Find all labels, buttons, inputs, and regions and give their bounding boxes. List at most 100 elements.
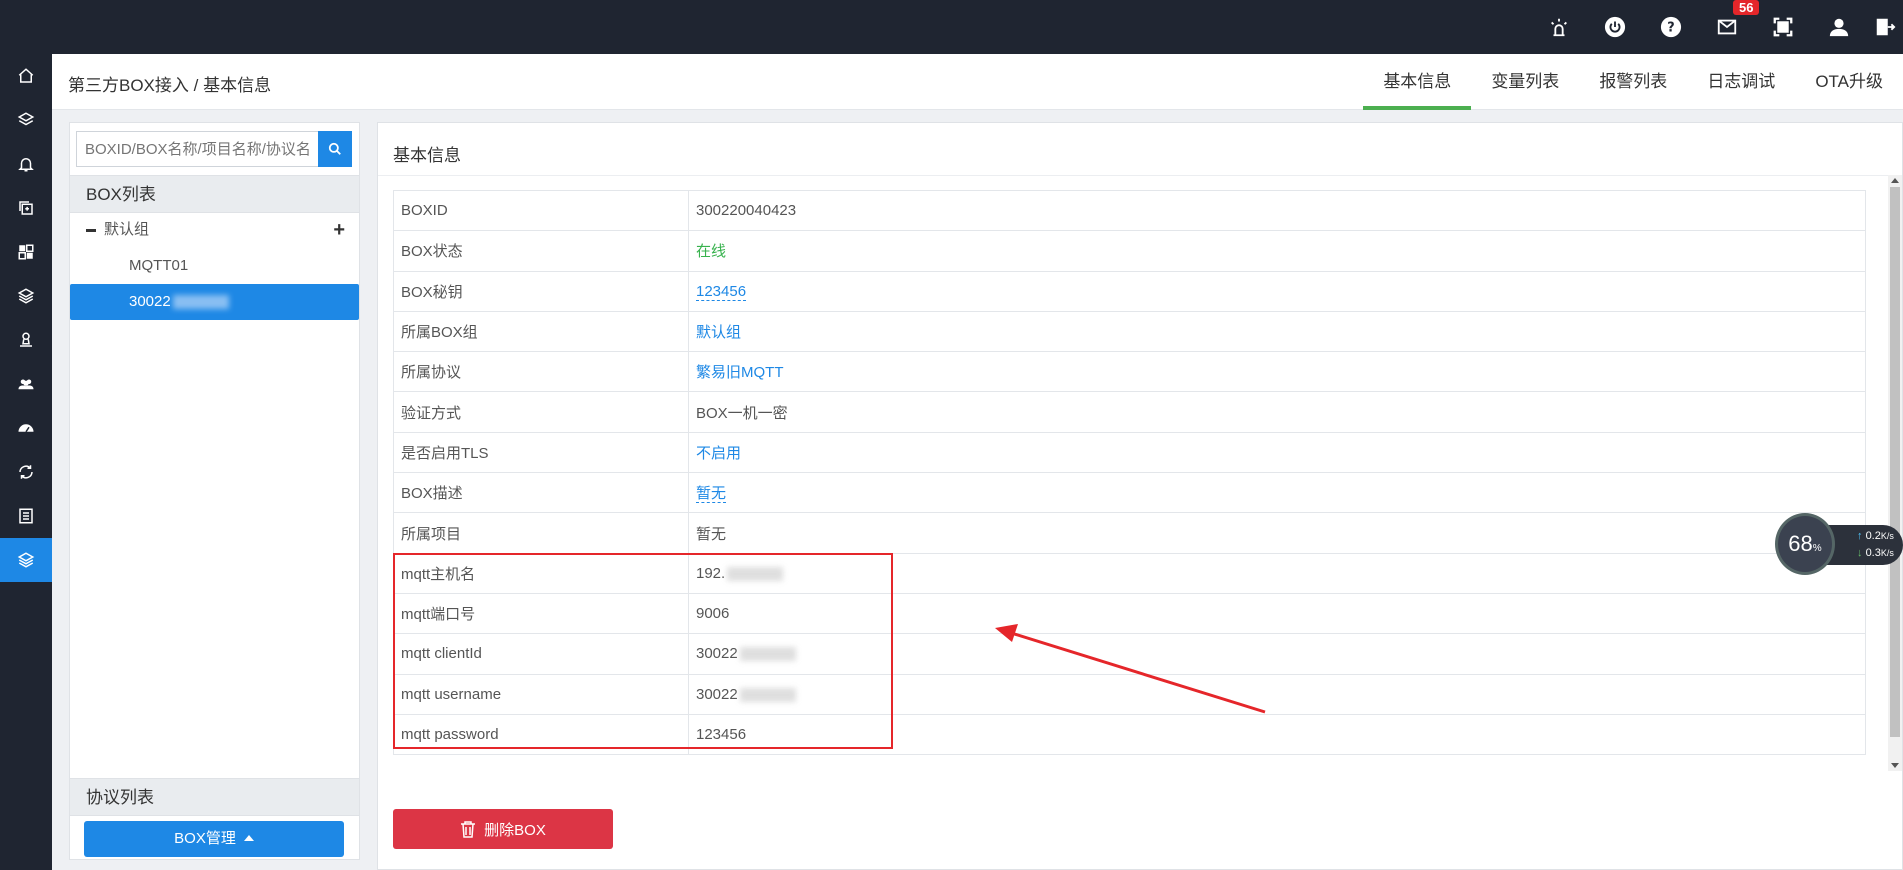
nav-copy[interactable] [0, 186, 52, 230]
breadcrumb: 第三方BOX接入 / 基本信息 [68, 76, 272, 95]
protocol-link[interactable]: 繁易旧MQTT [688, 351, 1866, 393]
nav-user-stamp[interactable] [0, 318, 52, 362]
tab-variable-list[interactable]: 变量列表 [1471, 54, 1579, 110]
table-row: BOX描述 暂无 [393, 472, 1866, 514]
refresh-icon [19, 465, 33, 479]
collapse-icon[interactable] [86, 228, 96, 232]
row-value: 30022 [688, 633, 1866, 675]
top-bar: ? 56 [0, 0, 1903, 54]
box-item-label: 30022 [129, 293, 171, 310]
group-default[interactable]: 默认组 + [70, 212, 359, 248]
nav-stack[interactable] [0, 274, 52, 318]
nav-group[interactable] [0, 362, 52, 406]
nav-dashboard[interactable] [0, 230, 52, 274]
dashboard-tiles-icon [18, 244, 34, 260]
search-button[interactable] [318, 131, 352, 167]
secret-key-value: 123456 [696, 282, 747, 301]
row-key: BOX描述 [393, 472, 689, 514]
tab-basic-info[interactable]: 基本信息 [1363, 54, 1472, 110]
power-icon[interactable] [1587, 0, 1643, 54]
table-row: mqtt clientId 30022 [393, 633, 1866, 675]
table-row: 所属BOX组 默认组 [393, 310, 1866, 353]
trash-icon [461, 821, 476, 838]
box-management-label: BOX管理 [174, 830, 236, 847]
scroll-down-icon[interactable] [1891, 763, 1899, 768]
scroll-thumb[interactable] [1890, 187, 1900, 737]
upload-speed: ↑ 0.2K/s [1857, 530, 1894, 542]
tls-link[interactable]: 不启用 [688, 431, 1866, 474]
box-group-link[interactable]: 默认组 [688, 310, 1866, 353]
search-input[interactable] [76, 131, 319, 167]
section-title: 基本信息 [393, 146, 461, 165]
row-key: BOX秘钥 [393, 270, 689, 312]
table-row: 所属项目 暂无 [393, 512, 1866, 554]
description-value: 暂无 [696, 485, 727, 504]
table-row: mqtt主机名 192. [393, 552, 1866, 594]
tab-alarm-list[interactable]: 报警列表 [1579, 54, 1687, 110]
group-icon [18, 379, 34, 390]
row-key: 是否启用TLS [393, 431, 689, 474]
table-row: mqtt username 30022 [393, 673, 1866, 715]
username-value: 30022 [696, 685, 738, 703]
description-link[interactable]: 暂无 [688, 472, 1866, 514]
layers-active-icon [17, 552, 35, 568]
table-row: mqtt端口号 9006 [393, 592, 1866, 635]
box-panel: BOX列表 默认组 + MQTT01 30022 协议列表 BOX管理 [69, 122, 360, 860]
host-value: 192. [696, 564, 726, 582]
bell-icon [18, 158, 34, 172]
nav-alarm[interactable] [0, 142, 52, 186]
fullscreen-icon[interactable] [1755, 0, 1811, 54]
table-row: mqtt password 123456 [393, 713, 1866, 756]
client-id-value: 30022 [696, 645, 738, 663]
table-row: 是否启用TLS 不启用 [393, 431, 1866, 474]
row-key: mqtt username [393, 673, 689, 715]
nav-refresh[interactable] [0, 450, 52, 494]
copy-icon [19, 201, 33, 215]
secret-key-link[interactable]: 123456 [688, 270, 1866, 312]
tab-log-debug[interactable]: 日志调试 [1687, 54, 1795, 110]
divider [378, 175, 1902, 176]
row-value: 9006 [688, 592, 1866, 635]
scroll-up-icon[interactable] [1891, 178, 1899, 183]
box-item-selected[interactable]: 30022 [70, 284, 359, 320]
mail-icon[interactable]: 56 [1699, 0, 1760, 54]
list-icon [19, 508, 33, 524]
row-key: BOX状态 [393, 230, 689, 272]
redacted-mask [727, 566, 784, 581]
left-nav [0, 54, 52, 870]
group-label: 默认组 [104, 221, 150, 238]
help-icon[interactable]: ? [1643, 0, 1699, 54]
row-key: 所属项目 [393, 512, 689, 554]
scrollbar[interactable] [1888, 175, 1902, 771]
network-speed-widget[interactable]: ↑ 0.2K/s ↓ 0.3K/s 68% [1775, 513, 1903, 575]
protocol-list-title[interactable]: 协议列表 [70, 778, 359, 816]
search-icon [329, 142, 341, 155]
logout-icon[interactable] [1867, 0, 1903, 54]
row-key: 所属BOX组 [393, 310, 689, 353]
row-key: 验证方式 [393, 391, 689, 433]
box-management-button[interactable]: BOX管理 [84, 821, 344, 857]
box-item-mqtt01[interactable]: MQTT01 [70, 248, 359, 284]
box-list-title: BOX列表 [70, 175, 359, 213]
gauge-icon [18, 424, 34, 433]
nav-layers-active[interactable] [0, 538, 52, 582]
alarm-light-icon[interactable] [1531, 0, 1587, 54]
info-table: BOXID 300220040423 BOX状态 在线 BOX秘钥 123456… [393, 189, 1866, 756]
user-icon[interactable] [1811, 0, 1867, 54]
row-key: mqtt主机名 [393, 552, 689, 594]
tab-ota-upgrade[interactable]: OTA升级 [1795, 54, 1903, 110]
row-key: mqtt端口号 [393, 592, 689, 635]
row-value: 123456 [688, 713, 1866, 756]
redacted-mask [739, 687, 796, 702]
delete-box-button[interactable]: 删除BOX [393, 809, 613, 849]
nav-layers[interactable] [0, 98, 52, 142]
user-stamp-icon [20, 332, 32, 347]
nav-list[interactable] [0, 494, 52, 538]
row-key: mqtt clientId [393, 633, 689, 675]
page-header: 第三方BOX接入 / 基本信息 基本信息 变量列表 报警列表 日志调试 OTA升… [52, 54, 1903, 110]
memory-usage-circle: 68% [1775, 513, 1835, 575]
nav-home[interactable] [0, 54, 52, 98]
add-box-icon[interactable]: + [333, 212, 345, 248]
nav-gauge[interactable] [0, 406, 52, 450]
row-value: BOX一机一密 [688, 391, 1866, 433]
